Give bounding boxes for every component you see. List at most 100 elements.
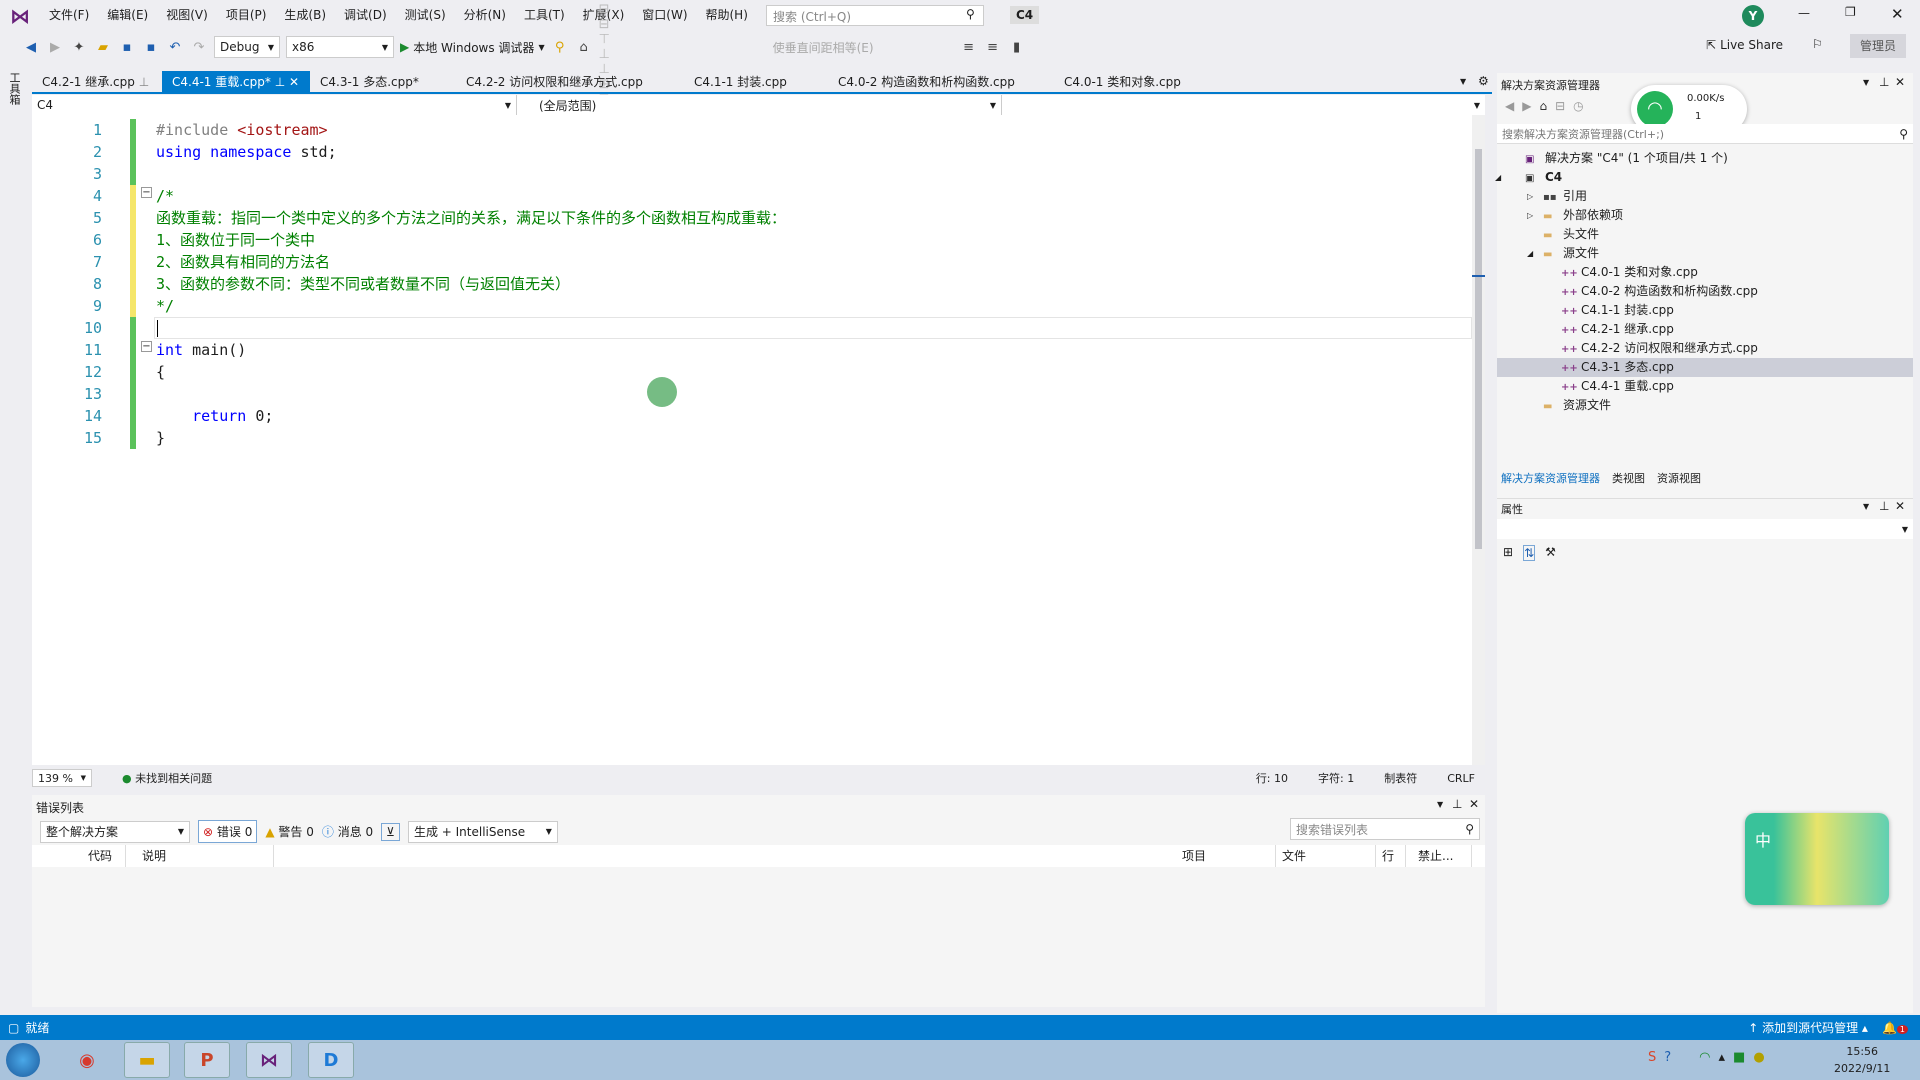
scrollbar-thumb[interactable] xyxy=(1475,149,1482,549)
help-icon[interactable]: ? xyxy=(1664,1050,1671,1065)
code-editor[interactable]: − − 1 #include <iostream> 2 using namespace… xyxy=(32,115,1472,765)
start-debugging-button[interactable]: ▶ 本地 Windows 调试器 ▼ xyxy=(400,39,545,56)
panel-tab[interactable]: 解决方案资源管理器 xyxy=(1501,469,1600,489)
live-share-button[interactable]: ⇱ Live Share xyxy=(1706,38,1783,52)
solution-search-input[interactable]: 搜索解决方案资源管理器(Ctrl+;) ⚲ xyxy=(1497,124,1913,144)
messages-filter-button[interactable]: ⓘ 消息 0 xyxy=(322,823,373,840)
column-header[interactable]: 禁止... xyxy=(1412,845,1472,867)
menu-item[interactable]: 窗口(W) xyxy=(633,0,696,31)
tree-item[interactable]: ++ C4.2-1 继承.cpp xyxy=(1497,320,1913,339)
warnings-filter-button[interactable]: ▲ 警告 0 xyxy=(265,823,314,840)
browser-icon[interactable]: ⌂ xyxy=(575,38,593,56)
categorized-icon[interactable]: ⊞ xyxy=(1503,545,1513,561)
clock[interactable]: 15:56 2022/9/11 xyxy=(1834,1043,1890,1077)
issues-indicator[interactable]: ● 未找到相关问题 xyxy=(122,770,212,786)
collapsed-arrow-icon[interactable]: ▷ xyxy=(1527,187,1533,206)
pin-icon[interactable]: ⊥ xyxy=(139,75,149,89)
property-pages-icon[interactable]: ⚒ xyxy=(1545,545,1556,561)
tree-item[interactable]: ++ C4.0-2 构造函数和析构函数.cpp xyxy=(1497,282,1913,301)
search-input[interactable]: 搜索 (Ctrl+Q) xyxy=(766,5,984,26)
expanded-arrow-icon[interactable]: ◢ xyxy=(1527,244,1533,263)
tree-item[interactable]: ++ C4.2-2 访问权限和继承方式.cpp xyxy=(1497,339,1913,358)
alphabetical-icon[interactable]: ⇅ xyxy=(1523,545,1536,561)
errors-filter-button[interactable]: ⊗ 错误 0 xyxy=(198,820,258,843)
make-vertical-spacing-button[interactable]: 使垂直间距相等(E) xyxy=(773,39,874,56)
filter-icon[interactable]: ⊻ xyxy=(381,822,400,841)
tree-item[interactable]: ◢ ▬ 源文件 xyxy=(1497,244,1913,263)
powerpoint-icon[interactable]: P xyxy=(184,1042,230,1078)
tree-item[interactable]: ++ C4.3-1 多态.cpp xyxy=(1497,358,1913,377)
configuration-dropdown[interactable]: Debug ▼ xyxy=(214,36,280,58)
notifications-icon[interactable]: 🔔 1 xyxy=(1882,1021,1908,1035)
tree-item[interactable]: ▷ ▬ 外部依赖项 xyxy=(1497,206,1913,225)
pin-icon[interactable]: ⊥ xyxy=(1879,499,1889,513)
tree-item[interactable]: ▣ 解决方案 "C4" (1 个项目/共 1 个) xyxy=(1497,149,1913,168)
new-project-icon[interactable]: ✦ xyxy=(70,38,88,56)
tree-item[interactable]: ++ C4.0-1 类和对象.cpp xyxy=(1497,263,1913,282)
undo-icon[interactable]: ↶ xyxy=(166,38,184,56)
align-icon[interactable]: ⊤ ⊟ ⊟ ⊤ ⊥ ⊥ ⊞ ⊞ xyxy=(599,0,617,107)
collapse-main-icon[interactable]: − xyxy=(141,341,152,352)
column-header[interactable]: 文件 xyxy=(1276,845,1376,867)
properties-object-dropdown[interactable]: ▼ xyxy=(1497,519,1913,539)
scope-filter-dropdown[interactable]: 整个解决方案 ▼ xyxy=(40,820,190,843)
column-header[interactable]: 行 xyxy=(1376,845,1406,867)
app-tray-icon[interactable]: ● xyxy=(1753,1050,1764,1065)
panel-tab[interactable]: 类视图 xyxy=(1612,469,1645,489)
toolbox-tab[interactable]: 工具箱 xyxy=(8,72,22,105)
tab-document[interactable]: C4.2-1 继承.cpp ⊥ xyxy=(32,71,162,92)
menu-item[interactable]: 生成(B) xyxy=(275,0,335,31)
nvidia-icon[interactable]: ■ xyxy=(1733,1050,1745,1065)
chrome-icon[interactable]: ◉ xyxy=(64,1042,110,1078)
panel-tab[interactable]: 资源视图 xyxy=(1657,469,1701,489)
tray-expand-icon[interactable]: ▴ xyxy=(1719,1050,1726,1065)
tree-item[interactable]: ▬ 头文件 xyxy=(1497,225,1913,244)
tree-item[interactable]: ▷ ▪▪ 引用 xyxy=(1497,187,1913,206)
tab-document[interactable]: C4.0-2 构造函数和析构函数.cpp xyxy=(828,71,1054,92)
minimize-button[interactable]: — xyxy=(1798,6,1810,20)
expanded-arrow-icon[interactable]: ◢ xyxy=(1495,168,1501,187)
menu-item[interactable]: 测试(S) xyxy=(396,0,455,31)
pin-icon[interactable]: ⊥ xyxy=(275,75,285,89)
panel-menu-icon[interactable]: ▼ xyxy=(1863,502,1869,511)
find-icon[interactable]: ⚲ xyxy=(551,38,569,56)
redo-icon[interactable]: ↷ xyxy=(190,38,208,56)
pin-icon[interactable]: ⊥ xyxy=(1879,75,1889,89)
zoom-dropdown[interactable]: 139 % ▼ xyxy=(32,769,92,787)
close-window-button[interactable]: ✕ xyxy=(1891,5,1904,23)
visual-studio-icon[interactable]: ⋈ xyxy=(246,1042,292,1078)
search-icon[interactable]: ⚲ xyxy=(966,7,975,21)
tree-item[interactable]: ++ C4.1-1 封装.cpp xyxy=(1497,301,1913,320)
forward-icon[interactable]: ▶ xyxy=(46,38,64,56)
network-icon[interactable]: ◠ xyxy=(1699,1050,1710,1065)
close-tab-icon[interactable]: ✕ xyxy=(289,75,299,89)
tab-document[interactable]: C4.3-1 多态.cpp* xyxy=(310,71,456,92)
history-icon[interactable]: ◷ xyxy=(1573,99,1583,113)
tabs-indicator[interactable]: 制表符 xyxy=(1384,770,1417,786)
column-header[interactable]: 说明 xyxy=(136,845,274,867)
explorer-icon[interactable]: ▬ xyxy=(124,1042,170,1078)
comment-icon[interactable]: ≡ xyxy=(960,38,978,56)
open-file-icon[interactable]: ▰ xyxy=(94,38,112,56)
menu-item[interactable]: 帮助(H) xyxy=(697,0,757,31)
menu-item[interactable]: 项目(P) xyxy=(217,0,276,31)
user-avatar[interactable]: Y xyxy=(1742,5,1764,27)
close-panel-icon[interactable]: ✕ xyxy=(1895,499,1905,513)
menu-item[interactable]: 视图(V) xyxy=(157,0,217,31)
error-search-input[interactable]: 搜索错误列表 ⚲ xyxy=(1290,818,1480,840)
tab-document[interactable]: C4.2-2 访问权限和继承方式.cpp xyxy=(456,71,684,92)
panel-menu-icon[interactable]: ▼ xyxy=(1437,800,1443,809)
column-header[interactable]: 代码 xyxy=(82,845,126,867)
collapse-comment-icon[interactable]: − xyxy=(141,187,152,198)
back-icon[interactable]: ◀ xyxy=(22,38,40,56)
start-button[interactable] xyxy=(6,1043,40,1077)
platform-dropdown[interactable]: x86 ▼ xyxy=(286,36,394,58)
close-panel-icon[interactable]: ✕ xyxy=(1469,797,1479,811)
eol-indicator[interactable]: CRLF xyxy=(1447,772,1475,785)
pin-icon[interactable]: ⊥ xyxy=(1452,797,1462,811)
menu-item[interactable]: 分析(N) xyxy=(455,0,515,31)
restore-button[interactable]: ❐ xyxy=(1845,5,1856,19)
column-header[interactable]: 项目 xyxy=(1176,845,1276,867)
tree-item[interactable]: ▬ 资源文件 xyxy=(1497,396,1913,415)
source-control-button[interactable]: ↑ 添加到源代码管理 ▴ xyxy=(1748,1019,1868,1036)
